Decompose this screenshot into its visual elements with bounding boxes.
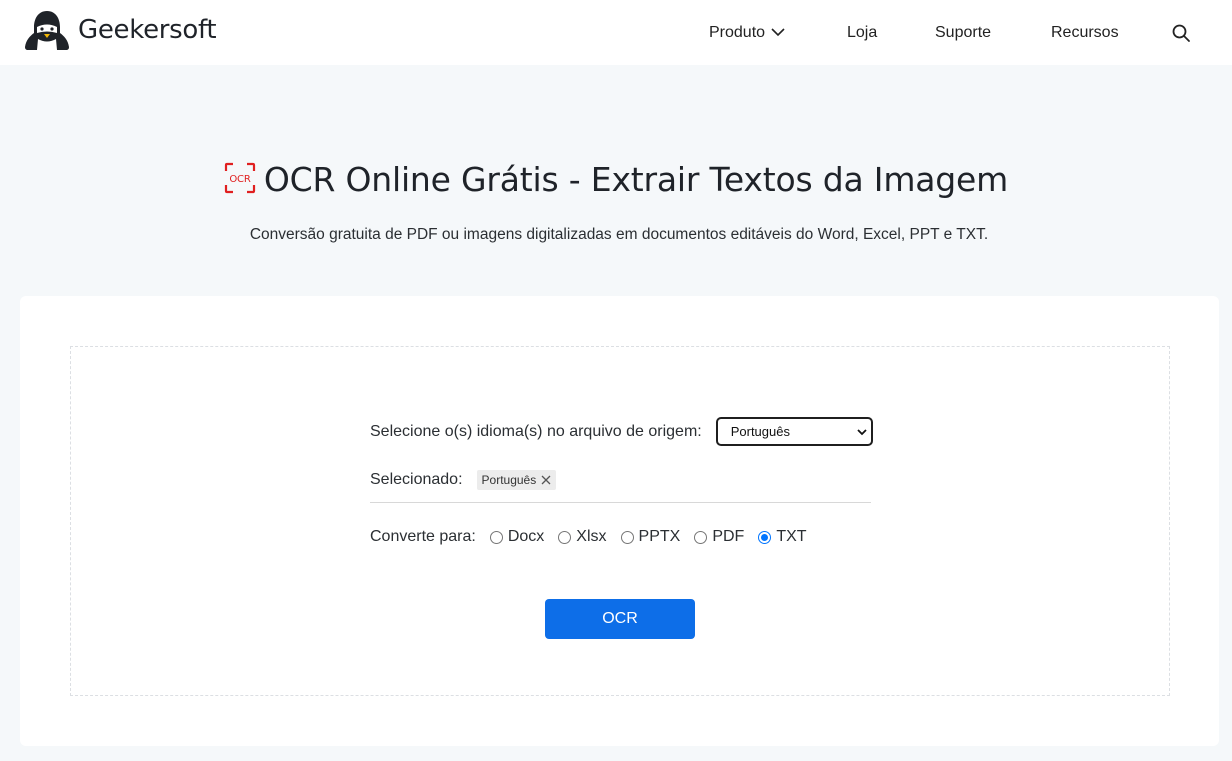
ocr-scan-icon: OCR [224, 162, 256, 202]
format-label-txt: TXT [776, 528, 807, 545]
format-option-pptx[interactable]: PPTX [620, 528, 681, 546]
brand-name: Geekersoft [78, 15, 217, 45]
divider [370, 502, 871, 503]
language-label: Selecione o(s) idioma(s) no arquivo de o… [370, 422, 702, 440]
radio-txt[interactable] [758, 530, 772, 544]
format-option-xlsx[interactable]: Xlsx [558, 528, 607, 546]
convert-format-row: Converte para: Docx Xlsx PPTX PDF TXT [370, 528, 807, 546]
radio-pptx[interactable] [620, 530, 634, 544]
page-subtitle: Conversão gratuita de PDF ou imagens dig… [249, 226, 989, 243]
format-label-pptx: PPTX [638, 528, 681, 545]
page-title: OCR OCR Online Grátis - Extrair Textos d… [0, 160, 1232, 202]
language-row: Selecione o(s) idioma(s) no arquivo de o… [370, 417, 873, 446]
format-label-pdf: PDF [712, 528, 745, 545]
language-tag-label: Português [481, 473, 537, 487]
ocr-card: Selecione o(s) idioma(s) no arquivo de o… [20, 296, 1219, 746]
convert-label: Converte para: [370, 528, 476, 545]
nav-produto[interactable]: Produto [709, 0, 785, 65]
close-icon[interactable] [541, 475, 551, 485]
upload-dropzone[interactable]: Selecione o(s) idioma(s) no arquivo de o… [70, 346, 1170, 696]
radio-docx[interactable] [489, 530, 503, 544]
selected-label: Selecionado: [370, 471, 463, 488]
search-icon[interactable] [1171, 23, 1191, 43]
language-tag: Português [476, 470, 557, 490]
format-option-txt[interactable]: TXT [758, 528, 807, 546]
top-header: Geekersoft Produto Loja Suporte Recursos [0, 0, 1232, 65]
ocr-icon-text: OCR [229, 174, 250, 185]
chevron-down-icon [771, 28, 785, 37]
format-option-docx[interactable]: Docx [489, 528, 545, 546]
format-label-docx: Docx [507, 528, 545, 545]
radio-pdf[interactable] [694, 530, 708, 544]
select-chevron-down-icon [857, 424, 867, 439]
penguin-logo-icon [25, 11, 69, 50]
nav-loja[interactable]: Loja [847, 0, 877, 65]
language-select-value: Português [730, 424, 790, 439]
selected-languages-row: Selecionado: Português [370, 470, 557, 490]
radio-xlsx[interactable] [558, 530, 572, 544]
nav-produto-label: Produto [709, 23, 766, 41]
ocr-submit-button[interactable]: OCR [545, 599, 695, 639]
format-option-pdf[interactable]: PDF [694, 528, 744, 546]
language-select[interactable]: Português [715, 417, 873, 446]
page-title-text: OCR Online Grátis - Extrair Textos da Im… [263, 160, 1009, 199]
nav-suporte[interactable]: Suporte [935, 0, 991, 65]
format-label-xlsx: Xlsx [576, 528, 607, 545]
nav-recursos[interactable]: Recursos [1051, 0, 1119, 65]
logo-link[interactable]: Geekersoft [24, 9, 217, 51]
